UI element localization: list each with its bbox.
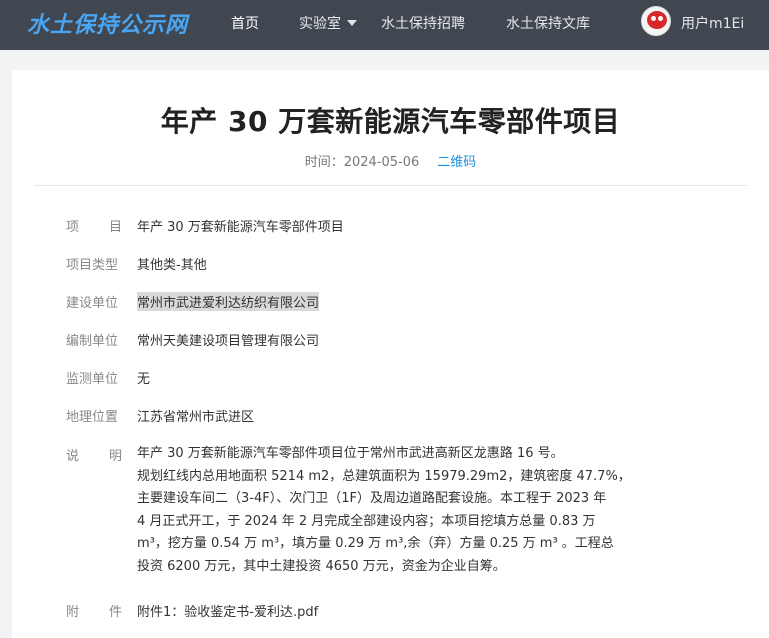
nav-lab-label: 实验室 bbox=[299, 16, 341, 32]
description-line: 年产 30 万套新能源汽车零部件项目位于常州市武进高新区龙惠路 16 号。 bbox=[137, 446, 564, 461]
field-value: 江苏省常州市武进区 bbox=[137, 410, 255, 425]
avatar-eye-icon bbox=[658, 16, 663, 21]
project-description: 年产 30 万套新能源汽车零部件项目位于常州市武进高新区龙惠路 16 号。 规划… bbox=[137, 443, 657, 579]
page-title: 年产 30 万套新能源汽车零部件项目 bbox=[160, 105, 621, 138]
nav-home[interactable]: 首页 bbox=[231, 13, 259, 33]
field-label: 监测单位 bbox=[66, 372, 119, 387]
field-value: 年产 30 万套新能源汽车零部件项目 bbox=[137, 220, 344, 235]
avatar-face-icon bbox=[647, 11, 667, 29]
user-name[interactable]: 用户m1Ei bbox=[681, 13, 744, 33]
field-label: 项目类型 bbox=[66, 258, 119, 273]
field-label: 说明 bbox=[66, 449, 122, 464]
qrcode-link[interactable]: 二维码 bbox=[437, 155, 476, 170]
publish-time: 时间：2024-05-06 bbox=[304, 155, 420, 170]
chevron-down-icon bbox=[347, 20, 357, 26]
field-label: 项目 bbox=[66, 220, 122, 235]
field-value: 其他类-其他 bbox=[137, 258, 207, 273]
site-logo[interactable]: 水土保持公示网 bbox=[27, 7, 188, 39]
description-line: 投资 6200 万元，其中土建投资 4650 万元，资金为企业自筹。 bbox=[137, 558, 506, 574]
divider bbox=[34, 185, 747, 186]
nav-lab[interactable]: 实验室 bbox=[299, 13, 357, 33]
field-label: 建设单位 bbox=[66, 296, 119, 311]
avatar-eye-icon bbox=[651, 16, 656, 21]
description-line: 4 月正式开工，于 2024 年 2 月完成全部建设内容；本项目挖填方总量 0.… bbox=[137, 513, 596, 529]
field-label: 附件 bbox=[66, 605, 122, 620]
avatar[interactable] bbox=[641, 6, 671, 36]
article-card: 年产 30 万套新能源汽车零部件项目 时间：2024-05-06 二维码 项目 年… bbox=[12, 70, 769, 638]
field-value: 无 bbox=[137, 372, 151, 387]
top-navbar: 水土保持公示网 首页 实验室 水土保持招聘 水土保持文库 用户m1Ei bbox=[0, 0, 769, 50]
description-line: 主要建设车间二（3-4F）、次门卫（1F）及周边道路配套设施。本工程于 2023… bbox=[137, 491, 607, 507]
field-value: 常州天美建设项目管理有限公司 bbox=[137, 334, 320, 349]
description-line: 规划红线内总用地面积 5214 m2，总建筑面积为 15979.29m2，建筑密… bbox=[137, 468, 631, 484]
description-line: m³，挖方量 0.54 万 m³，填方量 0.29 万 m³,余（弃）方量 0.… bbox=[137, 536, 614, 552]
nav-recruit[interactable]: 水土保持招聘 bbox=[381, 13, 465, 33]
field-label: 编制单位 bbox=[66, 334, 119, 349]
field-value: 常州市武进爱利达纺织有限公司 bbox=[137, 292, 320, 311]
nav-library[interactable]: 水土保持文库 bbox=[506, 13, 590, 33]
attachment-link[interactable]: 附件1：验收鉴定书-爱利达.pdf bbox=[137, 601, 318, 620]
field-label: 地理位置 bbox=[66, 410, 119, 425]
article-meta: 时间：2024-05-06 二维码 bbox=[12, 151, 769, 170]
